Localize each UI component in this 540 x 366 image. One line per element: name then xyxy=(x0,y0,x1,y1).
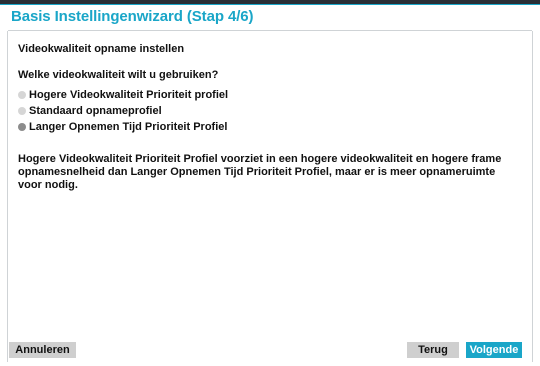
option-label: Standaard opnameprofiel xyxy=(29,105,162,117)
top-accent-bar xyxy=(0,0,540,5)
option-standard[interactable]: Standaard opnameprofiel xyxy=(18,103,228,119)
wizard-title: Basis Instellingenwizard (Stap 4/6) xyxy=(11,8,254,25)
radio-button-selected[interactable] xyxy=(18,123,26,131)
frame-right-border xyxy=(532,31,533,362)
frame-left-border xyxy=(7,31,8,362)
radio-button[interactable] xyxy=(18,107,26,115)
back-button[interactable]: Terug xyxy=(407,342,459,358)
title-divider xyxy=(8,30,532,31)
radio-button[interactable] xyxy=(18,91,26,99)
section-title: Videokwaliteit opname instellen xyxy=(18,43,185,55)
cancel-button[interactable]: Annuleren xyxy=(9,342,76,358)
option-label: Hogere Videokwaliteit Prioriteit profiel xyxy=(29,89,229,101)
option-label: Langer Opnemen Tijd Prioriteit Profiel xyxy=(29,121,228,133)
profile-description: Hogere Videokwaliteit Prioriteit Profiel… xyxy=(18,153,502,191)
quality-question: Welke videokwaliteit wilt u gebruiken? xyxy=(18,69,219,81)
option-long-recording[interactable]: Langer Opnemen Tijd Prioriteit Profiel xyxy=(18,119,228,135)
quality-options: Hogere Videokwaliteit Prioriteit profiel… xyxy=(18,87,228,135)
option-high-quality[interactable]: Hogere Videokwaliteit Prioriteit profiel xyxy=(18,87,228,103)
next-button[interactable]: Volgende xyxy=(466,342,522,358)
wizard-dialog: Basis Instellingenwizard (Stap 4/6) Vide… xyxy=(0,0,540,366)
